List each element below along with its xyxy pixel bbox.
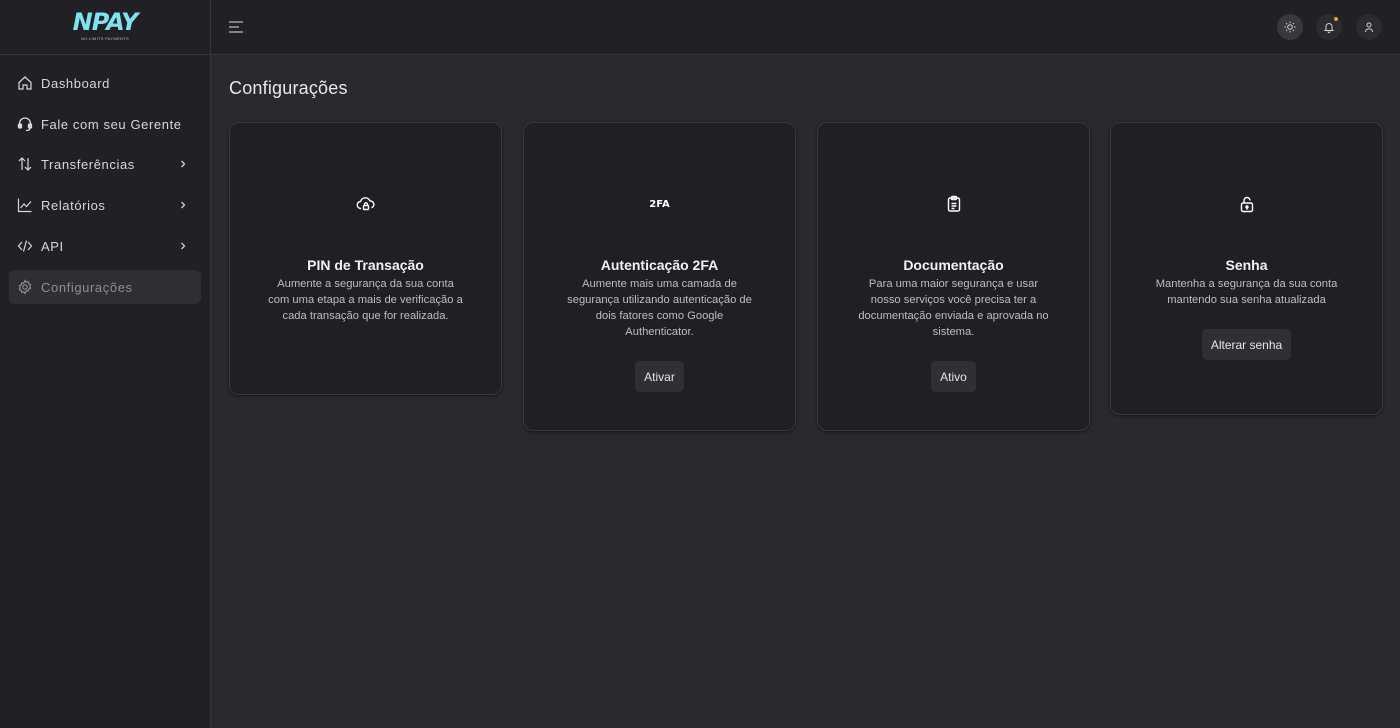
card-senha: Senha Mantenha a segurança da sua conta … (1110, 122, 1383, 415)
card-title: Senha (1225, 257, 1268, 273)
sidebar-item-transferencias[interactable]: Transferências (9, 147, 201, 181)
sidebar-item-label: Relatórios (41, 197, 106, 213)
gear-icon (17, 279, 33, 295)
sidebar-nav: Dashboard Fale com seu Gerente Transferê… (0, 55, 210, 304)
documentacao-status-button[interactable]: Ativo (931, 361, 976, 392)
card-documentacao: Documentação Para uma maior segurança e … (817, 122, 1090, 431)
page-title: Configurações (229, 78, 348, 98)
2fa-icon: 2FA (649, 198, 670, 210)
chevron-right-icon (181, 201, 186, 209)
card-description: Mantenha a segurança da sua conta manten… (1155, 278, 1338, 306)
logo-text: NPAY (72, 8, 139, 36)
card-title: Documentação (903, 257, 1004, 273)
sidebar-item-api[interactable]: API (9, 229, 201, 263)
card-autenticacao-2fa: 2FA Autenticação 2FA Aumente mais uma ca… (523, 122, 796, 431)
sidebar-item-label: Fale com seu Gerente (41, 116, 182, 132)
sun-icon (1284, 21, 1296, 33)
clipboard-icon (946, 194, 962, 214)
sidebar-item-relatorios[interactable]: Relatórios (9, 188, 201, 222)
chevron-right-icon (181, 160, 186, 168)
bell-icon (1323, 23, 1335, 33)
sidebar-item-label: Dashboard (41, 75, 110, 91)
chevron-right-icon (181, 242, 186, 250)
cloud-lock-icon (356, 194, 376, 214)
logo-area: NPAY NO LIMITS PAYMENTS (0, 0, 210, 55)
topbar (211, 0, 1400, 55)
code-icon (17, 238, 33, 254)
sidebar-item-label: API (41, 238, 64, 254)
card-description: Aumente mais uma camada de segurança uti… (567, 278, 752, 338)
headset-icon (17, 116, 33, 132)
chart-line-icon (17, 197, 33, 213)
transfer-arrows-icon (17, 156, 33, 172)
sidebar-item-label: Configurações (41, 279, 133, 295)
card-title: PIN de Transação (307, 257, 424, 273)
sidebar-item-gerente[interactable]: Fale com seu Gerente (9, 107, 201, 141)
theme-toggle-button[interactable] (1277, 14, 1303, 40)
alterar-senha-button[interactable]: Alterar senha (1201, 329, 1292, 360)
sidebar-item-label: Transferências (41, 156, 135, 172)
logo[interactable]: NPAY NO LIMITS PAYMENTS (72, 8, 139, 41)
menu-icon[interactable] (228, 20, 244, 34)
ativar-2fa-button[interactable]: Ativar (635, 361, 684, 392)
user-menu-button[interactable] (1356, 14, 1382, 40)
sidebar-item-configuracoes[interactable]: Configurações (9, 270, 201, 304)
notification-dot (1334, 17, 1338, 21)
card-pin-transacao: PIN de Transação Aumente a segurança da … (229, 122, 502, 395)
card-description: Aumente a segurança da sua conta com uma… (268, 278, 463, 322)
unlock-icon (1239, 194, 1255, 214)
sidebar: NPAY NO LIMITS PAYMENTS Dashboard Fale c… (0, 0, 211, 728)
user-icon (1365, 22, 1373, 33)
notifications-button[interactable] (1316, 14, 1342, 40)
home-icon (17, 75, 33, 91)
card-title: Autenticação 2FA (600, 257, 719, 273)
sidebar-item-dashboard[interactable]: Dashboard (9, 66, 201, 100)
logo-tagline: NO LIMITS PAYMENTS (81, 36, 129, 41)
card-description: Para uma maior segurança e usar nosso se… (858, 278, 1049, 338)
